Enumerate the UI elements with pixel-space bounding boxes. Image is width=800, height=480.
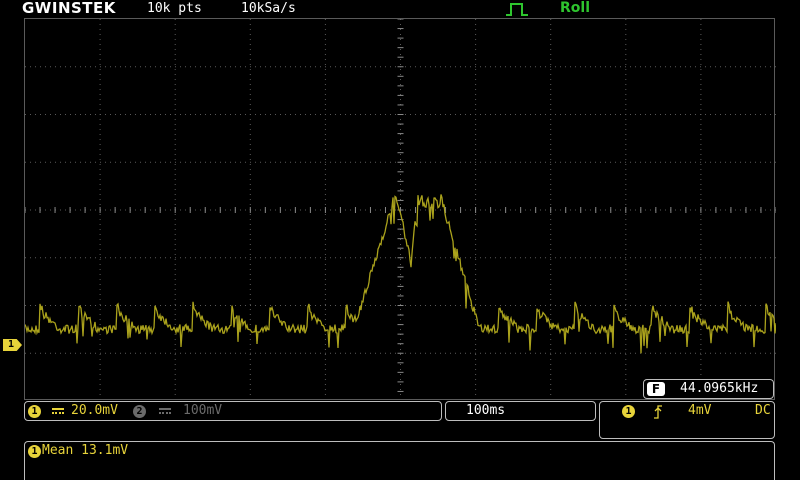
- frequency-readout: F 44.0965kHz: [643, 379, 774, 399]
- rising-edge-icon: [654, 405, 662, 419]
- frequency-badge: F: [647, 382, 665, 396]
- measurement-mean: Mean 13.1mV: [42, 443, 129, 458]
- waveform-display[interactable]: [24, 18, 776, 401]
- timebase-scale: 100ms: [466, 403, 506, 418]
- measurement-channel-badge: 1: [28, 445, 41, 458]
- frequency-value: 44.0965kHz: [680, 381, 759, 396]
- channel-2-badge: 2: [133, 405, 146, 418]
- channel-1-ground-marker[interactable]: 1: [3, 339, 22, 351]
- vertical-scale-box[interactable]: 1 20.0mV 2 100mV: [24, 401, 442, 421]
- record-length[interactable]: 10k pts: [147, 1, 202, 16]
- top-status-bar: GWINSTEK 10k pts 10kSa/s Roll: [0, 0, 800, 18]
- channel-2-scale: 100mV: [183, 403, 223, 418]
- channel-1-badge: 1: [28, 405, 41, 418]
- timebase-box[interactable]: 100ms: [445, 401, 596, 421]
- graticule: [25, 19, 776, 401]
- edge-trigger-icon: [506, 3, 528, 16]
- dc-coupling-icon: [52, 408, 64, 414]
- acquire-mode[interactable]: Roll: [560, 0, 590, 17]
- brand-logo: GWINSTEK: [22, 0, 116, 17]
- dc-coupling-icon: [159, 408, 171, 414]
- trigger-source-badge: 1: [622, 405, 635, 418]
- sample-rate: 10kSa/s: [241, 1, 296, 16]
- trigger-coupling: DC: [755, 403, 771, 418]
- trigger-level: 4mV: [688, 403, 712, 418]
- measurement-box[interactable]: 1 Mean 13.1mV: [24, 441, 775, 480]
- channel-1-scale: 20.0mV: [71, 403, 118, 418]
- trigger-box[interactable]: 1 4mV DC: [599, 401, 775, 439]
